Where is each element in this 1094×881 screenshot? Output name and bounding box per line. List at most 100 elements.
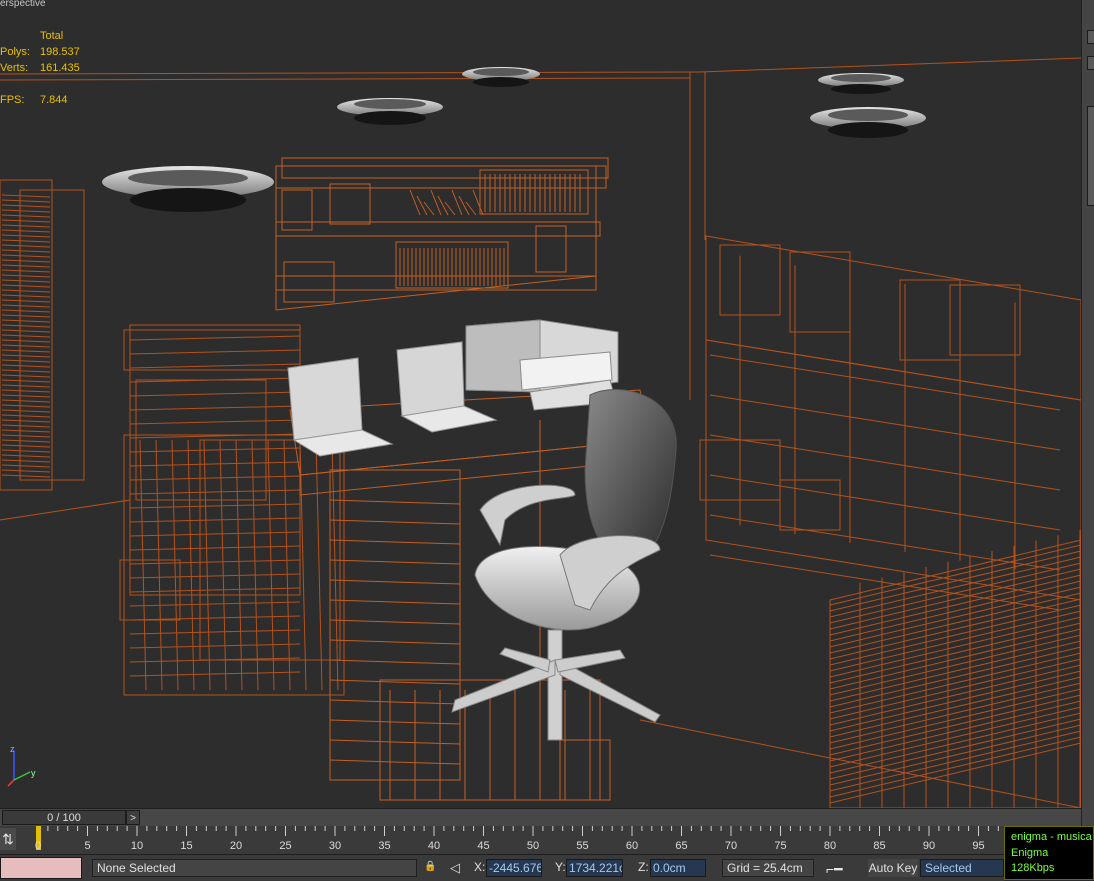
wire-line	[171, 439, 179, 691]
panel-scrollbar[interactable]	[1087, 106, 1094, 206]
wire-line	[329, 599, 461, 605]
scene-render[interactable]: z y	[0, 0, 1081, 808]
y-coord-field[interactable]: 1734.221c	[566, 859, 623, 877]
set-key-icon[interactable]: ⌐━	[826, 861, 862, 879]
time-slider-next-button[interactable]: >	[126, 810, 140, 825]
ruler-tick-label: 15	[180, 840, 193, 852]
blinds-right	[829, 530, 1081, 808]
polys-value: 198.537	[40, 46, 80, 58]
wire-line	[1, 384, 51, 388]
wire-line	[299, 439, 307, 691]
z-coord-field[interactable]: 0.0cm	[650, 859, 706, 877]
axis-y-label: y	[31, 768, 36, 778]
wire-line	[329, 679, 461, 685]
ruler-tick-label: 85	[873, 840, 886, 852]
z-label: Z:	[638, 860, 649, 874]
panel-button[interactable]	[1087, 30, 1094, 44]
wire-line	[1, 369, 51, 373]
wire-line	[129, 545, 301, 551]
ruler-tick-label: 30	[328, 840, 342, 852]
laptops	[287, 341, 498, 457]
wire-line	[329, 579, 461, 585]
perspective-viewport[interactable]: z y erspective Total Polys: 198.537 Verts…	[0, 0, 1081, 808]
wire-line	[1, 429, 51, 433]
y-label: Y:	[555, 860, 566, 874]
wire-line	[1, 194, 51, 198]
panel-button[interactable]	[1087, 56, 1094, 70]
wire-line	[329, 659, 461, 665]
fps-value: 7.844	[40, 94, 68, 106]
wire-line	[129, 335, 301, 341]
wire-line	[1, 214, 51, 218]
wire-line	[129, 349, 301, 355]
absolute-mode-icon[interactable]: ◁	[450, 860, 466, 876]
wire-line	[129, 671, 301, 677]
wire-line	[129, 419, 301, 425]
wire-line	[1, 364, 51, 368]
key-filter-dropdown[interactable]: Selected	[920, 859, 1004, 877]
ruler-tick-label: 65	[675, 840, 688, 852]
media-artist: Enigma	[1011, 847, 1049, 859]
ruler-tick-label: 70	[724, 840, 738, 852]
wire-line	[129, 363, 301, 369]
wire-line	[329, 619, 461, 625]
viewport-label[interactable]: erspective	[0, 0, 46, 9]
trackbar-ruler[interactable]: 0 5 10 15 20 25 30 35 40 45 50 55 60 65 70 75 80 85 90 95	[35, 826, 1004, 854]
wire-line	[1, 344, 51, 348]
wire-line	[1, 339, 51, 343]
wire-line	[139, 439, 147, 691]
blinds-left	[0, 179, 85, 491]
wire-line	[1, 274, 51, 278]
anim-mode-icon[interactable]: ⇅	[0, 828, 16, 850]
wire-line	[129, 405, 301, 411]
command-panel-edge[interactable]	[1081, 0, 1094, 826]
wire-line	[203, 439, 211, 691]
ruler-tick-label: 50	[526, 840, 540, 852]
wire-line	[709, 434, 1061, 491]
wire-line	[331, 439, 339, 691]
wire-line	[329, 519, 461, 525]
trackbar[interactable]: ⇅ 0 5 10 15 20 25 30 35 40 45 50 55 60 65 70 75 80 85 90 95	[0, 826, 1004, 854]
wire-line	[1, 329, 51, 333]
wire-line	[1, 299, 51, 303]
wire-line	[430, 189, 442, 216]
wire-line	[1, 439, 51, 443]
media-track-title: enigma - musica d	[1011, 831, 1094, 843]
polys-label: Polys:	[0, 46, 30, 58]
wire-line	[1, 459, 51, 463]
media-player-overlay: enigma - musica d Enigma 128Kbps	[1004, 826, 1094, 880]
ruler-tick-label: 35	[378, 840, 391, 852]
wire-line	[129, 391, 301, 397]
maxscript-listener[interactable]	[0, 857, 82, 879]
wire-line	[1, 424, 51, 428]
auto-key-button[interactable]: Auto Key	[868, 859, 918, 877]
media-bitrate: 128Kbps	[1011, 862, 1055, 874]
lock-icon[interactable]: 🔒	[424, 861, 436, 875]
wire-line	[1, 294, 51, 298]
wire-line	[129, 461, 301, 467]
wire-line	[1, 259, 51, 263]
wire-line	[1, 419, 51, 423]
wire-line	[1, 224, 51, 228]
fps-label: FPS:	[0, 94, 25, 106]
ruler-tick-label: 75	[774, 840, 787, 852]
wire-line	[1, 414, 51, 418]
wire-line	[315, 439, 323, 691]
time-slider[interactable]: 0 / 100 >	[0, 808, 1081, 827]
wire-line	[155, 439, 163, 691]
ruler-tick-label: 5	[84, 840, 91, 852]
time-slider-frame[interactable]: 0 / 100	[2, 810, 126, 825]
wire-line	[329, 539, 461, 545]
wire-line	[329, 639, 461, 645]
x-coord-field[interactable]: -2445.676c	[486, 859, 542, 877]
wire-line	[1, 239, 51, 243]
wire-line	[1, 244, 51, 248]
wire-line	[451, 189, 463, 216]
wire-line	[1, 209, 51, 213]
wire-line	[1, 464, 51, 468]
wire-line	[1, 399, 51, 403]
wire-line	[1, 449, 51, 453]
wire-line	[129, 643, 301, 649]
wire-line	[1, 279, 51, 283]
wire-line	[472, 189, 484, 216]
